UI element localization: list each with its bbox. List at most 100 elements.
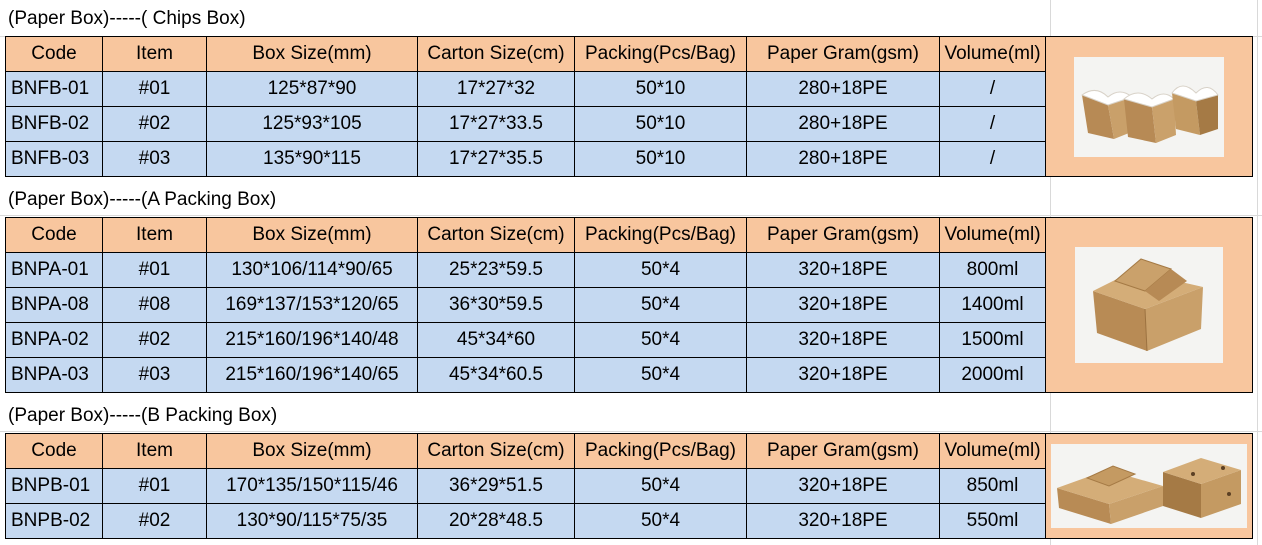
cell-item: #03: [102, 141, 207, 177]
chips-box-photo: [1074, 56, 1224, 157]
header-item: Item: [102, 217, 207, 253]
cell-code: BNPB-01: [5, 468, 103, 504]
cell-item: #03: [102, 357, 207, 393]
cell-volume: /: [939, 141, 1046, 177]
product-image-cell: [1045, 36, 1253, 177]
cell-carton-size: 36*30*59.5: [417, 287, 575, 323]
cell-box-size: 215*160/196*140/48: [206, 322, 418, 358]
header-packing: Packing(Pcs/Bag): [574, 433, 747, 469]
cell-box-size: 125*93*105: [206, 106, 418, 142]
cell-packing: 50*4: [574, 287, 747, 323]
header-code: Code: [5, 433, 103, 469]
cell-packing: 50*4: [574, 357, 747, 393]
section-title-a-packing-box: (Paper Box)-----(A Packing Box): [8, 189, 277, 210]
cell-code: BNPA-03: [5, 357, 103, 393]
header-box-size: Box Size(mm): [206, 36, 418, 72]
cell-carton-size: 17*27*33.5: [417, 106, 575, 142]
cell-packing: 50*10: [574, 106, 747, 142]
cell-code: BNFB-03: [5, 141, 103, 177]
table-header-row: Code Item Box Size(mm) Carton Size(cm) P…: [5, 217, 1253, 393]
cell-code: BNPA-02: [5, 322, 103, 358]
cell-box-size: 135*90*115: [206, 141, 418, 177]
header-paper-gram: Paper Gram(gsm): [746, 217, 940, 253]
b-packing-box-table: Code Item Box Size(mm) Carton Size(cm) P…: [5, 433, 1253, 539]
a-packing-box-table: Code Item Box Size(mm) Carton Size(cm) P…: [5, 217, 1253, 393]
cell-volume: /: [939, 71, 1046, 107]
product-image-cell: [1045, 433, 1253, 539]
header-item: Item: [102, 433, 207, 469]
cell-paper-gram: 280+18PE: [746, 141, 940, 177]
cell-box-size: 215*160/196*140/65: [206, 357, 418, 393]
cell-paper-gram: 280+18PE: [746, 71, 940, 107]
header-carton-size: Carton Size(cm): [417, 433, 575, 469]
cell-box-size: 169*137/153*120/65: [206, 287, 418, 323]
header-code: Code: [5, 217, 103, 253]
cell-paper-gram: 320+18PE: [746, 357, 940, 393]
cell-volume: 850ml: [939, 468, 1046, 504]
cell-code: BNPA-01: [5, 252, 103, 288]
header-packing: Packing(Pcs/Bag): [574, 217, 747, 253]
cell-code: BNFB-01: [5, 71, 103, 107]
cell-packing: 50*4: [574, 468, 747, 504]
section-title-b-packing-box: (Paper Box)-----(B Packing Box): [8, 405, 278, 426]
product-image-cell: [1045, 217, 1253, 393]
cell-box-size: 125*87*90: [206, 71, 418, 107]
cell-carton-size: 45*34*60.5: [417, 357, 575, 393]
a-packing-box-photo: [1075, 247, 1223, 363]
cell-paper-gram: 320+18PE: [746, 322, 940, 358]
cell-paper-gram: 320+18PE: [746, 252, 940, 288]
cell-code: BNPB-02: [5, 503, 103, 539]
cell-item: #01: [102, 468, 207, 504]
header-volume: Volume(ml): [939, 36, 1046, 72]
header-code: Code: [5, 36, 103, 72]
cell-code: BNFB-02: [5, 106, 103, 142]
cell-carton-size: 25*23*59.5: [417, 252, 575, 288]
cell-volume: /: [939, 106, 1046, 142]
cell-paper-gram: 320+18PE: [746, 503, 940, 539]
cell-paper-gram: 320+18PE: [746, 287, 940, 323]
cell-packing: 50*4: [574, 503, 747, 539]
cell-item: #02: [102, 503, 207, 539]
b-packing-box-photo: [1051, 444, 1247, 528]
cell-item: #02: [102, 322, 207, 358]
cell-packing: 50*10: [574, 141, 747, 177]
cell-box-size: 170*135/150*115/46: [206, 468, 418, 504]
table-header-row: Code Item Box Size(mm) Carton Size(cm) P…: [5, 433, 1253, 539]
cell-carton-size: 20*28*48.5: [417, 503, 575, 539]
cell-item: #08: [102, 287, 207, 323]
header-paper-gram: Paper Gram(gsm): [746, 433, 940, 469]
cell-volume: 800ml: [939, 252, 1046, 288]
header-volume: Volume(ml): [939, 217, 1046, 253]
cell-carton-size: 45*34*60: [417, 322, 575, 358]
section-title-chips-box: (Paper Box)-----( Chips Box): [8, 8, 246, 29]
header-volume: Volume(ml): [939, 433, 1046, 469]
header-box-size: Box Size(mm): [206, 217, 418, 253]
sheet-gridline: [0, 215, 1262, 216]
cell-packing: 50*4: [574, 252, 747, 288]
cell-volume: 1500ml: [939, 322, 1046, 358]
cell-box-size: 130*90/115*75/35: [206, 503, 418, 539]
cell-volume: 550ml: [939, 503, 1046, 539]
chips-box-table: Code Item Box Size(mm) Carton Size(cm) P…: [5, 36, 1253, 177]
sheet-gridline: [0, 431, 1262, 432]
cell-packing: 50*10: [574, 71, 747, 107]
cell-volume: 2000ml: [939, 357, 1046, 393]
cell-code: BNPA-08: [5, 287, 103, 323]
cell-box-size: 130*106/114*90/65: [206, 252, 418, 288]
header-carton-size: Carton Size(cm): [417, 36, 575, 72]
header-item: Item: [102, 36, 207, 72]
cell-carton-size: 17*27*32: [417, 71, 575, 107]
cell-item: #02: [102, 106, 207, 142]
cell-item: #01: [102, 71, 207, 107]
sheet-gridline: [1257, 0, 1258, 545]
cell-packing: 50*4: [574, 322, 747, 358]
cell-paper-gram: 320+18PE: [746, 468, 940, 504]
header-box-size: Box Size(mm): [206, 433, 418, 469]
header-carton-size: Carton Size(cm): [417, 217, 575, 253]
cell-paper-gram: 280+18PE: [746, 106, 940, 142]
cell-volume: 1400ml: [939, 287, 1046, 323]
cell-carton-size: 17*27*35.5: [417, 141, 575, 177]
cell-carton-size: 36*29*51.5: [417, 468, 575, 504]
cell-item: #01: [102, 252, 207, 288]
header-packing: Packing(Pcs/Bag): [574, 36, 747, 72]
